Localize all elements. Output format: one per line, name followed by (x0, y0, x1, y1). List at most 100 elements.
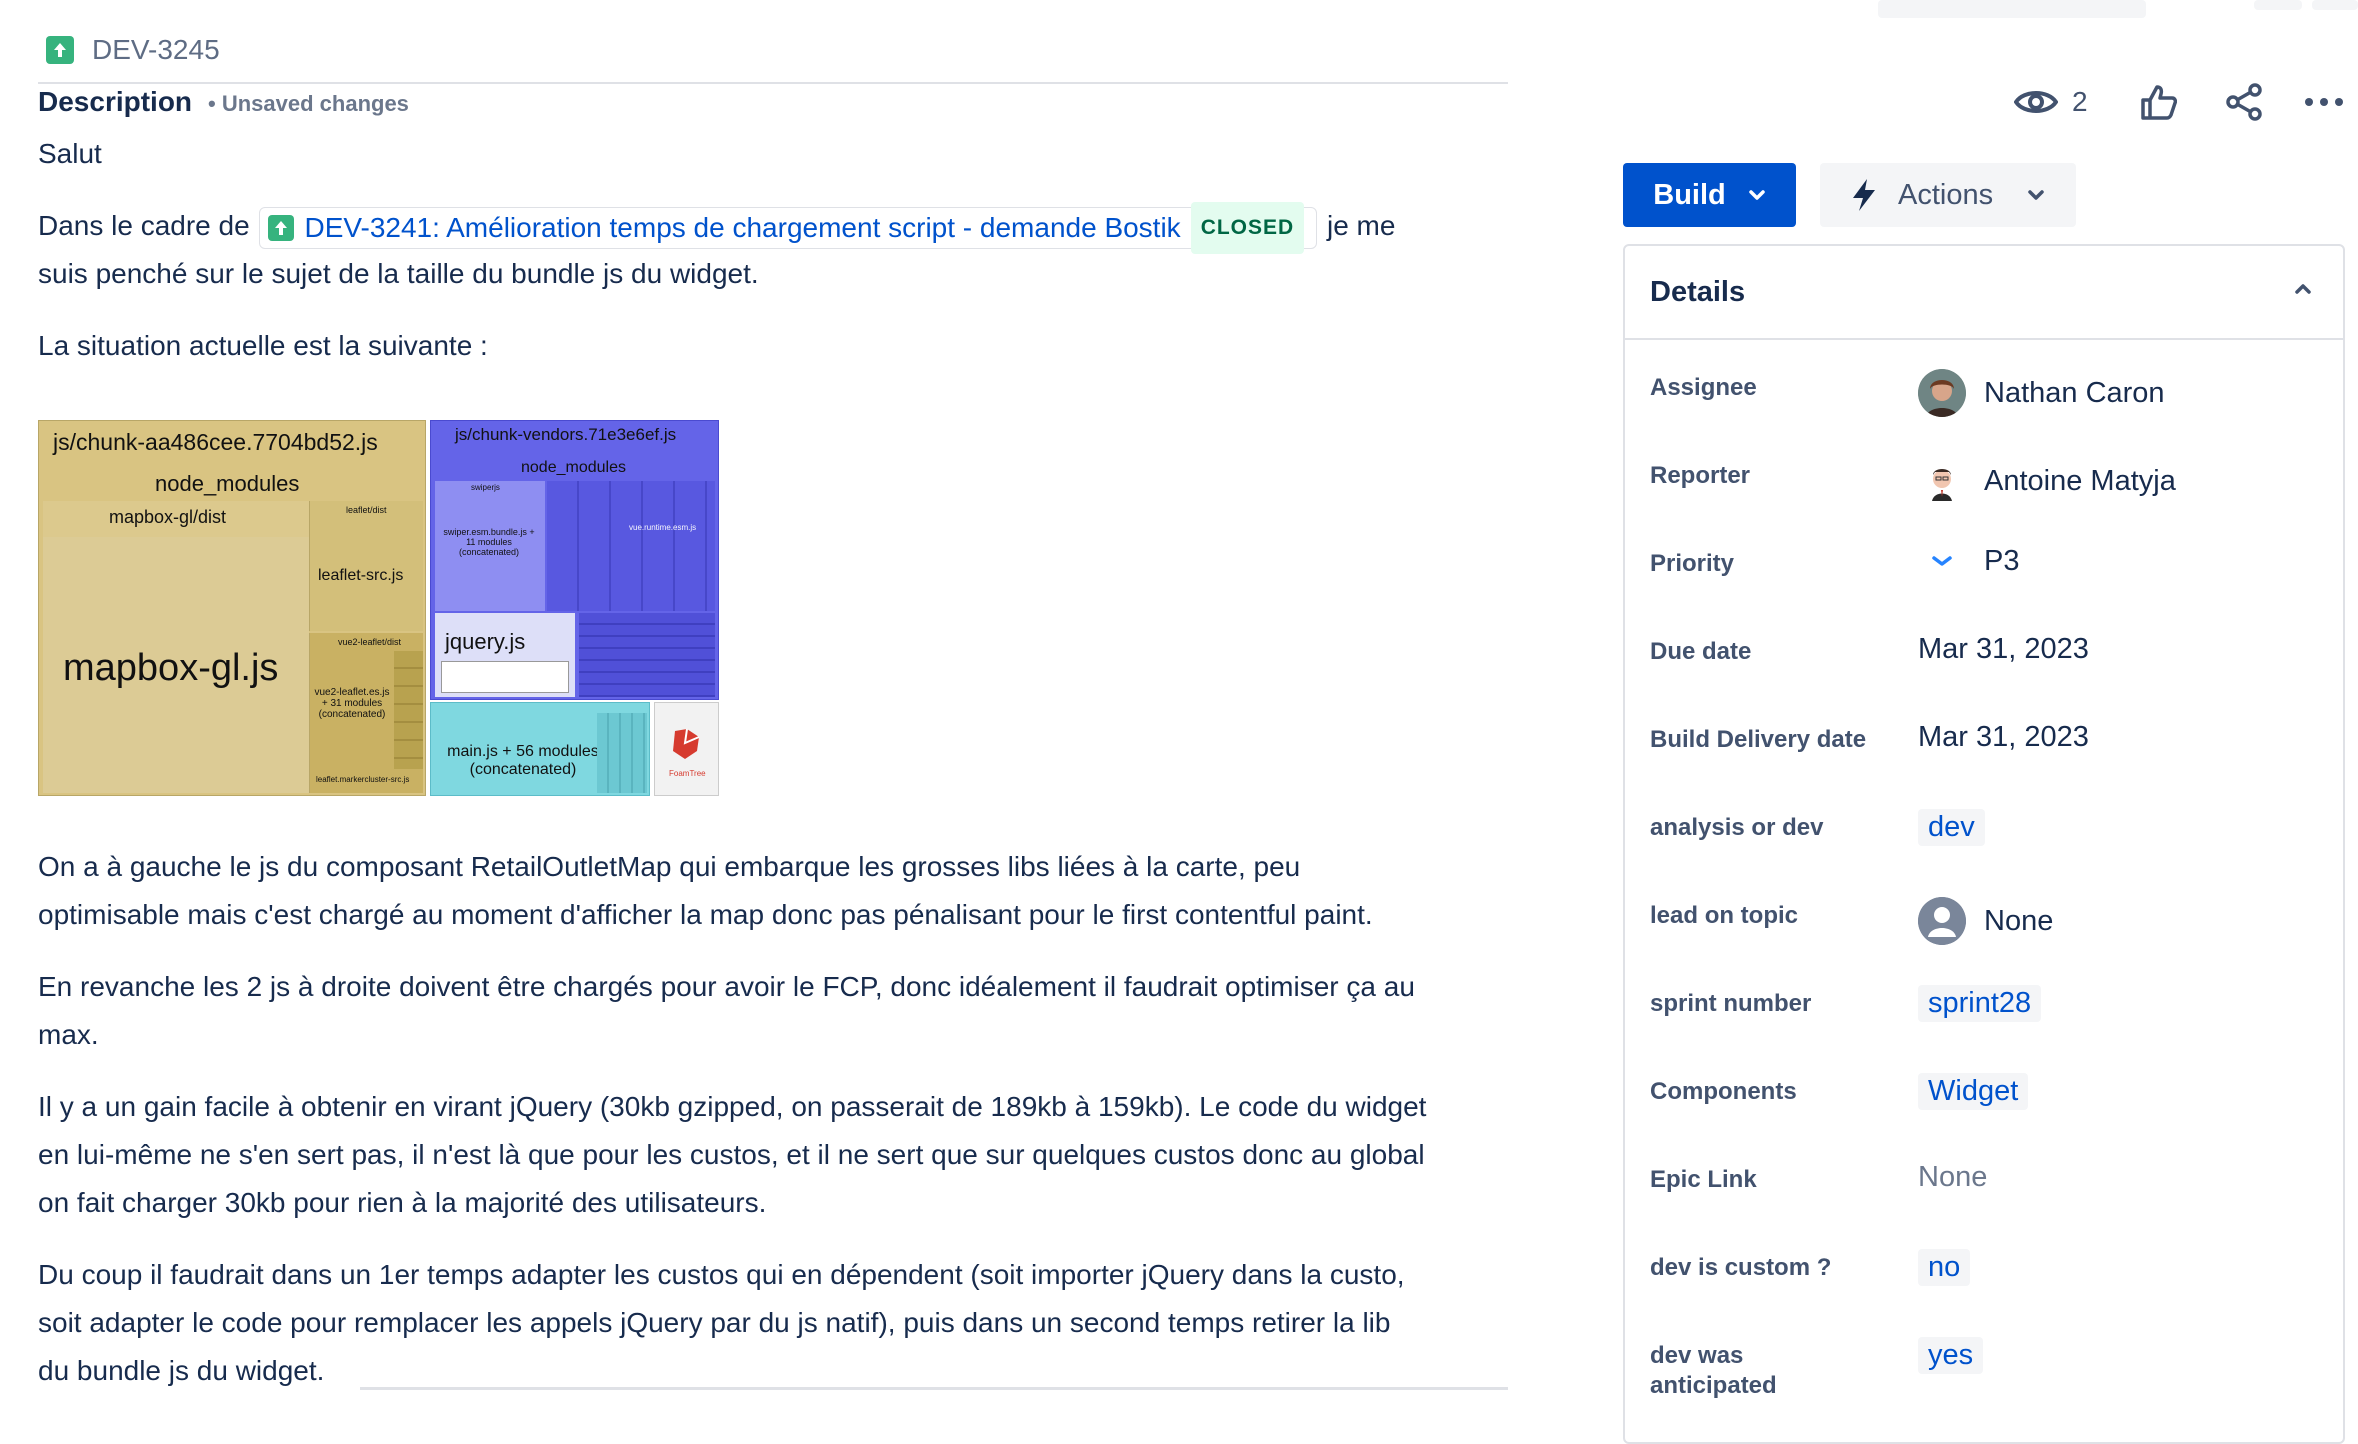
chevron-down-icon (1749, 190, 1765, 200)
treemap-vendor-grid: vue.runtime.esm.js (547, 481, 715, 611)
status-badge: CLOSED (1190, 201, 1305, 254)
field-value[interactable]: Mar 31, 2023 (1918, 633, 2089, 666)
paragraph-text: suis penché sur le sujet de la taille du… (38, 258, 759, 289)
field-value: None (1984, 904, 2054, 937)
issue-key-label[interactable]: DEV-3245 (92, 34, 220, 66)
field-dev-is-custom: dev is custom ? no (1650, 1249, 2330, 1313)
treemap-label: swiper.esm.bundle.js + 11 modules (conca… (443, 527, 535, 557)
linked-issue-card[interactable]: DEV-3241: Amélioration temps de chargeme… (259, 201, 1318, 254)
treemap-left-chunk: js/chunk-aa486cee.7704bd52.js node_modul… (38, 420, 426, 796)
share-button[interactable] (2222, 80, 2266, 124)
treemap-jquery-block: jquery.js (435, 613, 575, 697)
treemap-label: vue.runtime.esm.js (629, 523, 697, 532)
story-icon (46, 36, 74, 64)
vote-button[interactable] (2136, 80, 2180, 124)
reporter-value[interactable]: Antoine Matyja (1918, 457, 2176, 505)
dev-is-custom-value[interactable]: no (1918, 1249, 1971, 1286)
field-label: Due date (1650, 638, 1752, 665)
watch-count: 2 (2072, 86, 2088, 117)
field-label: dev was anticipated (1650, 1342, 1777, 1399)
field-sprint-number: sprint number sprint28 (1650, 985, 2330, 1049)
lead-on-topic-value[interactable]: None (1918, 897, 2053, 945)
description-paragraph-4[interactable]: En revanche les 2 js à droite doivent êt… (38, 963, 1488, 1059)
field-label: sprint number (1650, 990, 1812, 1017)
field-value[interactable]: None (1918, 1161, 1987, 1194)
paragraph-text: optimisable mais c'est chargé au moment … (38, 899, 1373, 930)
field-value: Antoine Matyja (1984, 464, 2176, 497)
field-value: P3 (1984, 545, 2020, 577)
field-label: Components (1650, 1078, 1797, 1105)
field-analysis-or-dev: analysis or dev dev (1650, 809, 2330, 873)
treemap-label: node_modules (521, 459, 626, 476)
treemap-small-blocks (597, 713, 647, 793)
actions-button-label: Actions (1898, 178, 1994, 211)
treemap-label: leaflet/dist (346, 505, 387, 515)
dev-was-anticipated-value[interactable]: yes (1918, 1337, 1984, 1374)
treemap-swiper-block: swiperjs swiper.esm.bundle.js + 11 modul… (435, 481, 545, 611)
paragraph-text: Dans le cadre de (38, 210, 250, 241)
bundle-treemap-image[interactable]: js/chunk-aa486cee.7704bd52.js node_modul… (38, 420, 719, 796)
treemap-label: leaflet-src.js (318, 567, 404, 584)
watch-button[interactable]: 2 (2014, 80, 2088, 124)
treemap-label: mapbox-gl/dist (109, 507, 227, 527)
description-paragraph-3[interactable]: On a à gauche le js du composant RetailO… (38, 843, 1488, 939)
paragraph-text: max. (38, 1019, 99, 1050)
treemap-label: FoamTree (669, 769, 706, 778)
priority-value[interactable]: P3 (1918, 545, 2019, 578)
analysis-or-dev-value[interactable]: dev (1918, 809, 1985, 846)
field-lead-on-topic: lead on topic None (1650, 897, 2330, 961)
more-actions-button[interactable] (2302, 80, 2346, 124)
details-header[interactable]: Details (1625, 246, 2343, 340)
field-value[interactable]: Mar 31, 2023 (1918, 721, 2089, 754)
assignee-value[interactable]: Nathan Caron (1918, 369, 2165, 417)
avatar (1918, 457, 1966, 505)
treemap-mapbox-block: mapbox-gl/dist mapbox-gl.js (43, 501, 309, 793)
paragraph-text: je me (1326, 210, 1396, 241)
field-value: Nathan Caron (1984, 376, 2165, 409)
treemap-label: leaflet.markercluster-src.js (316, 775, 410, 784)
field-priority: Priority P3 (1650, 545, 2330, 609)
treemap-label: vue2-leaflet.es.js + 31 modules (concate… (314, 687, 390, 720)
actions-button[interactable]: Actions (1820, 163, 2076, 227)
treemap-mapbox-file: mapbox-gl.js (43, 537, 309, 793)
greeting-text: Salut (38, 138, 102, 169)
treemap-tooltip (441, 661, 569, 693)
treemap-right-chunk: js/chunk-vendors.71e3e6ef.js node_module… (430, 420, 719, 700)
paragraph-text: En revanche les 2 js à droite doivent êt… (38, 971, 1415, 1002)
treemap-main-block: main.js + 56 modules (concatenated) (430, 702, 650, 796)
build-button-label: Build (1653, 178, 1726, 211)
description-greeting[interactable]: Salut (38, 130, 1488, 178)
issue-key[interactable]: DEV-3245 (46, 34, 220, 66)
sprint-number-value[interactable]: sprint28 (1918, 985, 2042, 1022)
thumbs-up-icon (2141, 85, 2177, 120)
treemap-label: main.js + 56 modules (concatenated) (447, 743, 599, 778)
treemap-vue2-leaflet-block: vue2-leaflet/dist vue2-leaflet.es.js + 3… (309, 633, 423, 793)
description-paragraph-2[interactable]: La situation actuelle est la suivante : (38, 322, 1488, 370)
field-label: Priority (1650, 550, 1735, 577)
share-icon (2226, 83, 2262, 121)
story-icon (268, 214, 295, 241)
treemap-blue-grid (579, 613, 715, 697)
chevron-up-icon[interactable] (2293, 282, 2313, 296)
field-epic-link: Epic Link None (1650, 1161, 2330, 1225)
field-value-chip: dev (1918, 809, 1985, 846)
components-value[interactable]: Widget (1918, 1073, 2029, 1110)
description-paragraph-6[interactable]: Du coup il faudrait dans un 1er temps ad… (38, 1251, 1488, 1395)
field-value-chip: no (1918, 1249, 1971, 1286)
paragraph-text: La situation actuelle est la suivante : (38, 330, 488, 361)
foamtree-logo-icon (673, 728, 700, 759)
description-paragraph-5[interactable]: Il y a un gain facile à obtenir en viran… (38, 1083, 1488, 1227)
build-button[interactable]: Build (1623, 163, 1796, 227)
field-value-chip: sprint28 (1918, 985, 2042, 1022)
treemap-label: swiperjs (471, 483, 500, 492)
treemap-small-blocks (394, 651, 423, 769)
description-paragraph-1[interactable]: Dans le cadre de DEV-3241: Amélioration … (38, 201, 1488, 298)
linked-issue-link[interactable]: DEV-3241: Amélioration temps de chargeme… (304, 204, 1180, 252)
details-title: Details (1650, 276, 1746, 308)
treemap-label: jquery.js (445, 629, 526, 654)
paragraph-text: On a à gauche le js du composant RetailO… (38, 851, 1301, 882)
chevron-down-icon (2028, 190, 2044, 200)
field-label: Reporter (1650, 462, 1751, 489)
paragraph-text: soit adapter le code pour remplacer les … (38, 1307, 1391, 1338)
treemap-label: js/chunk-vendors.71e3e6ef.js (455, 425, 677, 444)
